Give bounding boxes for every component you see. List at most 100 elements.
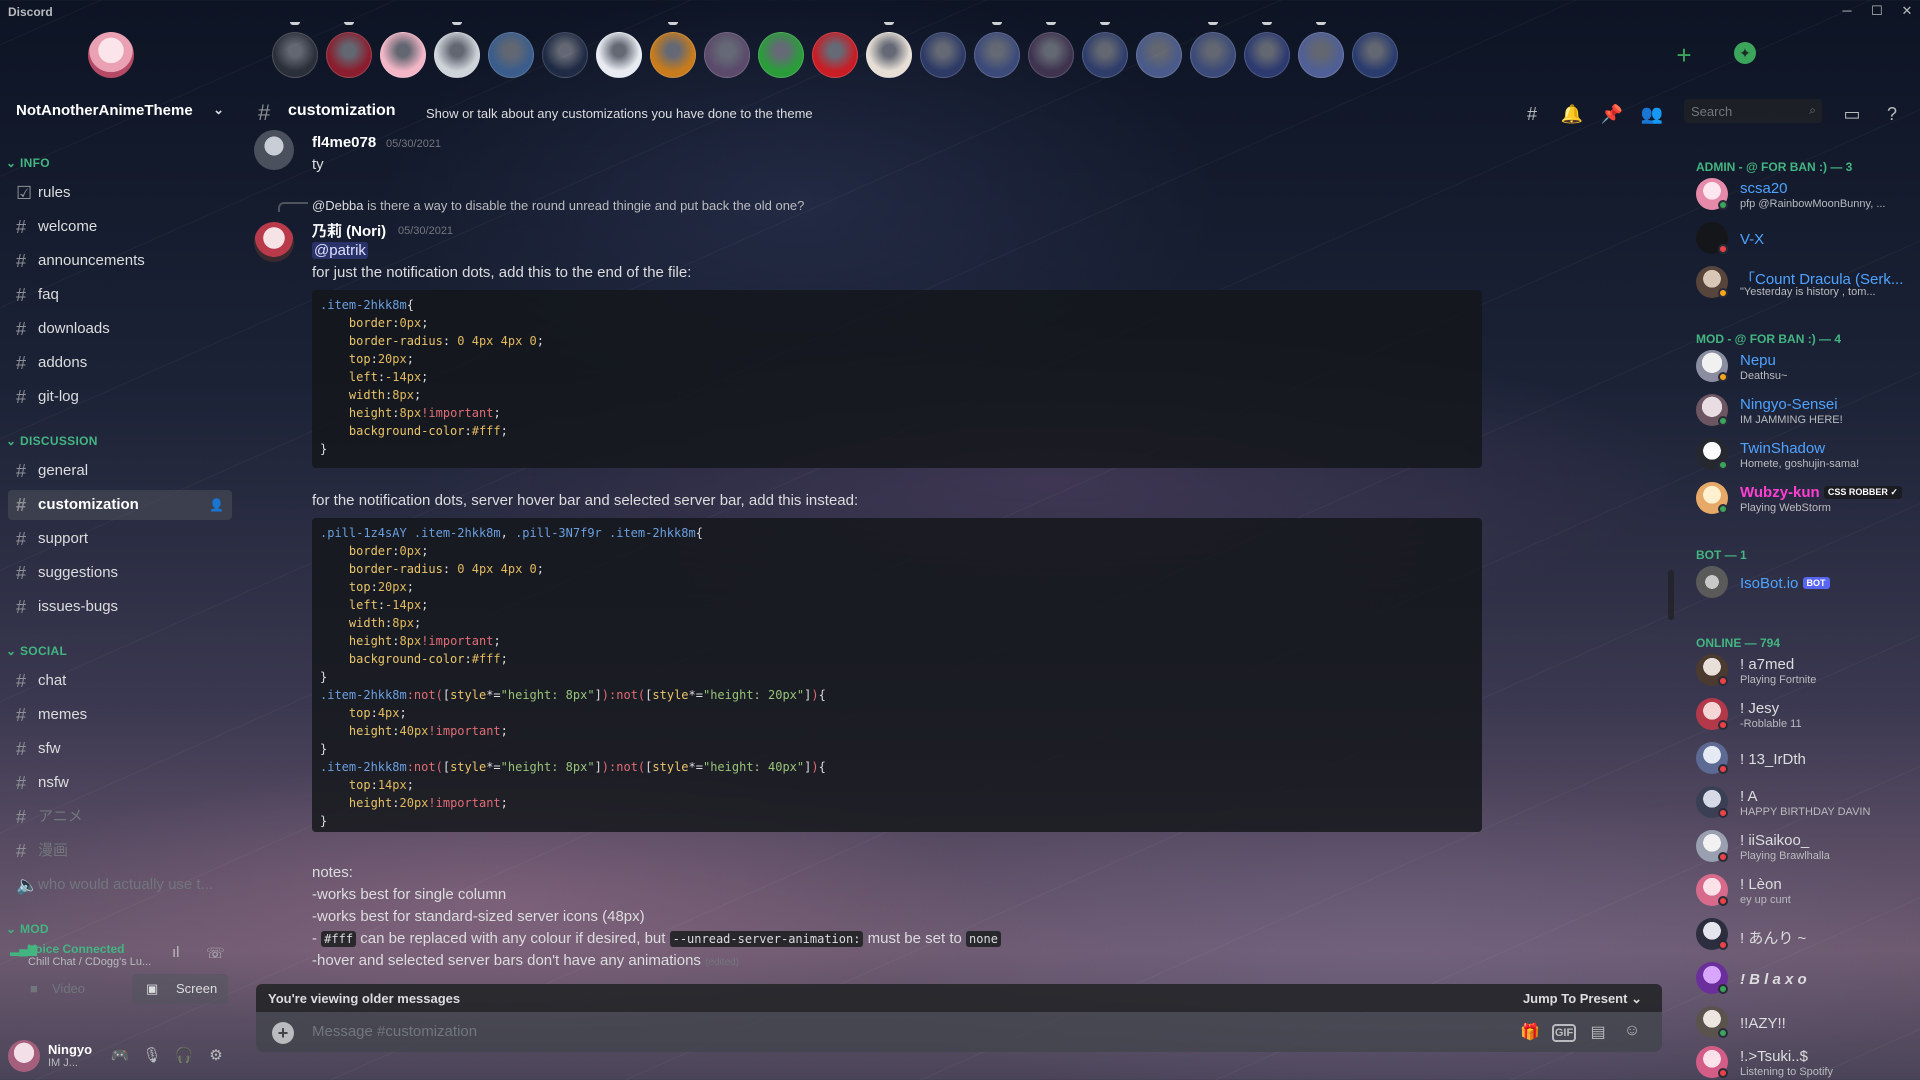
- emoji-icon[interactable]: ☺: [1620, 1022, 1644, 1044]
- member-item[interactable]: ! B l a x o: [1696, 958, 1916, 1000]
- channel-topic[interactable]: Show or talk about any customizations yo…: [426, 106, 813, 121]
- channel-nsfw[interactable]: # nsfw: [8, 768, 232, 798]
- member-item[interactable]: ! Jesy -Roblable 11: [1696, 694, 1916, 736]
- server-icon[interactable]: [434, 32, 480, 78]
- voice-channel-name[interactable]: Chill Chat / CDogg's Lu...: [28, 956, 158, 968]
- minimize-button[interactable]: ─: [1836, 2, 1858, 20]
- channel-rules[interactable]: ☑ rules: [8, 178, 232, 208]
- threads-icon[interactable]: #: [1520, 102, 1544, 126]
- close-window-button[interactable]: ✕: [1896, 2, 1918, 20]
- server-icon[interactable]: [1190, 32, 1236, 78]
- member-item[interactable]: Wubzy-kun CSS ROBBER ✓ Playing WebStorm: [1696, 478, 1916, 520]
- category-info[interactable]: ⌄ INFO: [6, 156, 50, 170]
- server-icon[interactable]: [542, 32, 588, 78]
- member-item[interactable]: ! A HAPPY BIRTHDAY DAVIN: [1696, 782, 1916, 824]
- server-icon[interactable]: [920, 32, 966, 78]
- server-icon[interactable]: [326, 32, 372, 78]
- mention[interactable]: @patrik: [312, 242, 368, 259]
- inbox-icon[interactable]: ▭: [1840, 102, 1864, 126]
- invite-icon[interactable]: 👤: [209, 490, 224, 520]
- member-item[interactable]: ! あんり ~: [1696, 914, 1916, 956]
- channel-downloads[interactable]: # downloads: [8, 314, 232, 344]
- add-server-icon[interactable]: +: [1671, 42, 1697, 68]
- disconnect-icon[interactable]: ☏: [206, 944, 225, 962]
- server-icon[interactable]: [1352, 32, 1398, 78]
- channel-memes[interactable]: # memes: [8, 700, 232, 730]
- noise-suppression-icon[interactable]: ıl: [172, 944, 180, 961]
- avatar[interactable]: [254, 222, 294, 262]
- channel-suggestions[interactable]: # suggestions: [8, 558, 232, 588]
- server-icon[interactable]: [974, 32, 1020, 78]
- help-icon[interactable]: ?: [1880, 102, 1904, 126]
- server-icon[interactable]: [272, 32, 318, 78]
- channel-welcome[interactable]: # welcome: [8, 212, 232, 242]
- scrollbar[interactable]: [1668, 570, 1674, 620]
- gif-icon[interactable]: GIF: [1552, 1024, 1576, 1042]
- server-icon[interactable]: [380, 32, 426, 78]
- guild-header[interactable]: NotAnotherAnimeTheme ⌄: [16, 102, 224, 126]
- pin-icon[interactable]: 📌: [1600, 102, 1624, 126]
- screen-button[interactable]: ▣ Screen: [132, 974, 228, 1004]
- server-icon[interactable]: [596, 32, 642, 78]
- chevron-down-icon[interactable]: ⌄: [213, 102, 224, 118]
- sticker-icon[interactable]: ▤: [1586, 1022, 1610, 1044]
- channel-support[interactable]: # support: [8, 524, 232, 554]
- server-icon[interactable]: [1082, 32, 1128, 78]
- server-icon[interactable]: [488, 32, 534, 78]
- category-mod[interactable]: ⌄ MOD: [6, 922, 49, 936]
- gamepad-icon[interactable]: 🎮: [110, 1046, 130, 1066]
- channel-git-log[interactable]: # git-log: [8, 382, 232, 412]
- avatar[interactable]: [254, 130, 294, 170]
- server-icon[interactable]: [1298, 32, 1344, 78]
- member-list-icon[interactable]: 👥: [1640, 102, 1664, 126]
- channel-chat[interactable]: # chat: [8, 666, 232, 696]
- member-item[interactable]: Ningyo-Sensei IM JAMMING HERE!: [1696, 390, 1916, 432]
- channel-manga[interactable]: # 漫画: [8, 836, 232, 866]
- member-item[interactable]: Nepu Deathsu~: [1696, 346, 1916, 388]
- voice-channel[interactable]: 🔈 who would actually use t...: [8, 870, 232, 900]
- maximize-button[interactable]: ☐: [1866, 2, 1888, 20]
- microphone-icon[interactable]: 🎙: [142, 1046, 162, 1066]
- jump-to-present-button[interactable]: Jump To Present ⌄: [1523, 991, 1642, 1007]
- channel-addons[interactable]: # addons: [8, 348, 232, 378]
- older-messages-bar[interactable]: You're viewing older messages Jump To Pr…: [256, 984, 1662, 1012]
- channel-general[interactable]: # general: [8, 456, 232, 486]
- channel-sfw[interactable]: # sfw: [8, 734, 232, 764]
- member-item[interactable]: !!AZY!!: [1696, 1002, 1916, 1044]
- member-item[interactable]: ! Lèon ey up cunt: [1696, 870, 1916, 912]
- add-attachment-icon[interactable]: +: [272, 1022, 294, 1044]
- message-author[interactable]: 乃莉 (Nori): [312, 220, 386, 241]
- server-icon[interactable]: [1028, 32, 1074, 78]
- search-input[interactable]: Search ⌕: [1684, 99, 1822, 123]
- member-item[interactable]: TwinShadow Homete, goshujin-sama!: [1696, 434, 1916, 476]
- member-item[interactable]: !.>Tsuki..$ Listening to Spotify: [1696, 1042, 1916, 1080]
- member-item[interactable]: IsoBot.io BOT: [1696, 562, 1916, 604]
- username[interactable]: Ningyo: [48, 1042, 92, 1057]
- video-button[interactable]: ■ Video: [8, 974, 104, 1004]
- message-author[interactable]: fl4me078: [312, 134, 376, 151]
- channel-customization[interactable]: # customization 👤: [8, 490, 232, 520]
- member-item[interactable]: 「Count Dracula (Serk... "Yesterday is hi…: [1696, 262, 1916, 304]
- server-icon[interactable]: [1136, 32, 1182, 78]
- message-input[interactable]: Message #customization: [312, 1023, 477, 1040]
- gear-icon[interactable]: ⚙: [206, 1046, 226, 1066]
- channel-faq[interactable]: # faq: [8, 280, 232, 310]
- gift-icon[interactable]: 🎁: [1518, 1022, 1542, 1044]
- channel-issues-bugs[interactable]: # issues-bugs: [8, 592, 232, 622]
- server-icon[interactable]: [812, 32, 858, 78]
- channel-announcements[interactable]: # announcements: [8, 246, 232, 276]
- member-item[interactable]: ! iiSaikoo_ Playing Brawlhalla: [1696, 826, 1916, 868]
- server-icon[interactable]: [704, 32, 750, 78]
- server-icon[interactable]: [866, 32, 912, 78]
- avatar[interactable]: [8, 1040, 40, 1072]
- server-icon[interactable]: [650, 32, 696, 78]
- category-discussion[interactable]: ⌄ DISCUSSION: [6, 434, 98, 448]
- server-icon[interactable]: [1244, 32, 1290, 78]
- headphones-icon[interactable]: 🎧: [174, 1046, 194, 1066]
- member-item[interactable]: ! 13_IrDth: [1696, 738, 1916, 780]
- channel-anime[interactable]: # アニメ: [8, 802, 232, 832]
- voice-status[interactable]: Voice Connected: [28, 942, 124, 956]
- compass-icon[interactable]: ✦: [1734, 42, 1756, 64]
- category-social[interactable]: ⌄ SOCIAL: [6, 644, 67, 658]
- member-item[interactable]: V-X: [1696, 218, 1916, 260]
